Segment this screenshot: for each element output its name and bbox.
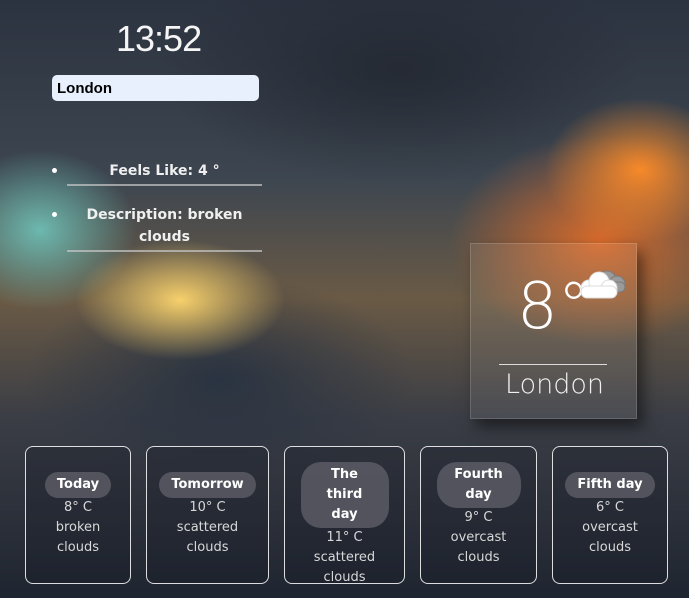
forecast-day-label: Today <box>44 472 112 498</box>
forecast-description: broken clouds <box>55 520 101 555</box>
forecast-day-label: Fifth day <box>565 472 655 498</box>
card-divider <box>499 364 607 365</box>
forecast-day-label: Tomorrow <box>159 472 256 498</box>
list-item: Description: broken clouds <box>52 204 267 252</box>
forecast-temperature: 8° C <box>64 500 92 515</box>
forecast-day-label: Fourth day <box>436 462 521 508</box>
forecast-card-tomorrow: Tomorrow 10° C scattered clouds <box>146 446 269 584</box>
clock: 13:52 <box>116 18 202 59</box>
forecast-description: overcast clouds <box>450 530 507 565</box>
city-search-input[interactable] <box>52 75 259 101</box>
forecast-temperature: 10° C <box>189 500 226 515</box>
bullet-icon <box>52 212 57 217</box>
forecast-description: scattered clouds <box>176 520 239 555</box>
forecast-temperature: 6° C <box>596 500 624 515</box>
list-item: Feels Like: 4 ° <box>52 160 267 186</box>
forecast-description: overcast clouds <box>582 520 638 555</box>
forecast-temperature: 11° C <box>326 530 363 545</box>
bullet-icon <box>52 168 57 173</box>
feels-like-text: Feels Like: 4 ° <box>67 160 262 186</box>
forecast-card-fifth-day: Fifth day 6° C overcast clouds <box>552 446 668 584</box>
weather-details-list: Feels Like: 4 ° Description: broken clou… <box>52 160 267 270</box>
cloud-icon <box>580 270 626 299</box>
forecast-description: scattered clouds <box>313 550 376 585</box>
forecast-card-third-day: The third day 11° C scattered clouds <box>284 446 405 585</box>
forecast-day-label: The third day <box>300 462 389 528</box>
forecast-card-fourth-day: Fourth day 9° C overcast clouds <box>420 446 537 584</box>
description-text: Description: broken clouds <box>67 204 262 252</box>
current-weather-card: 8° London <box>470 243 637 419</box>
forecast-temperature: 9° C <box>464 510 493 525</box>
current-city-name: London <box>505 369 604 400</box>
forecast-card-today: Today 8° C broken clouds <box>25 446 131 584</box>
